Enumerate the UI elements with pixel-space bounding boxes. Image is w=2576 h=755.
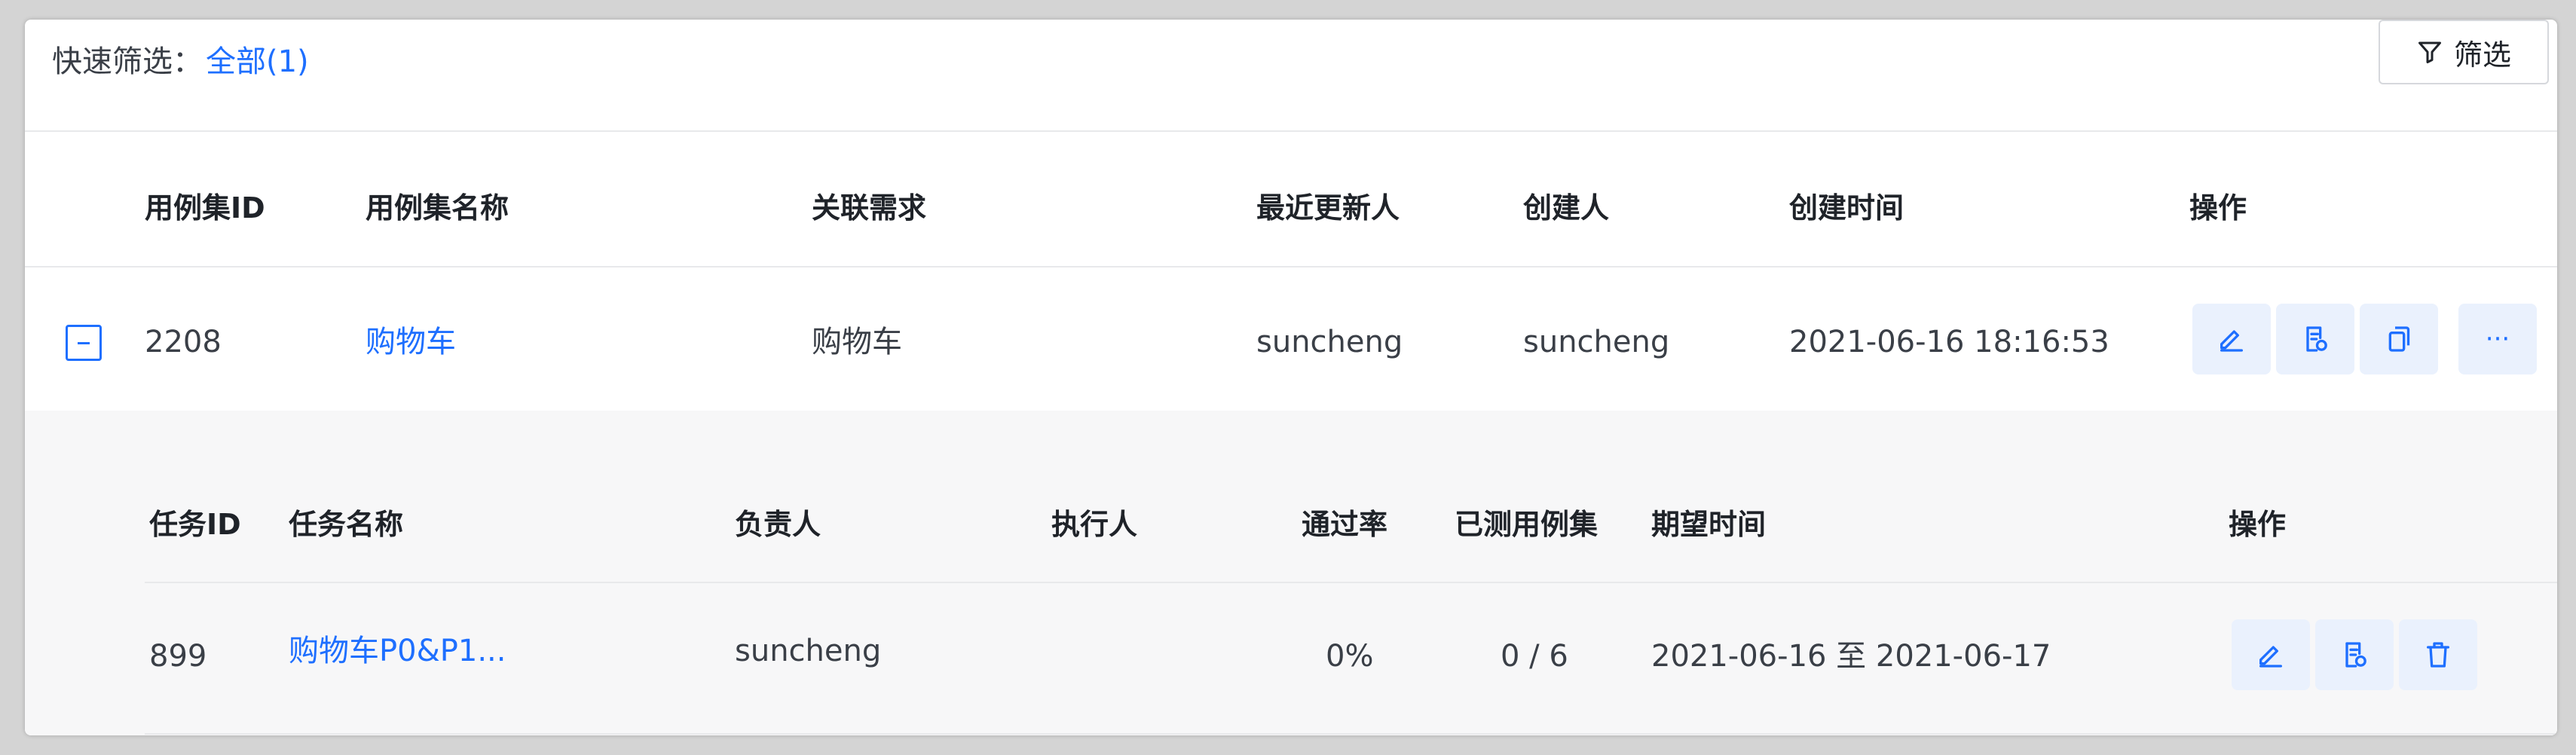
header-task-id: 任务ID bbox=[149, 508, 241, 541]
task-edit-button[interactable] bbox=[2232, 619, 2310, 690]
execute-record-button[interactable] bbox=[2276, 304, 2354, 374]
header-tested-case-sets: 已测用例集 bbox=[1455, 508, 1599, 541]
document-icon bbox=[2345, 642, 2366, 668]
copy-button[interactable] bbox=[2360, 304, 2438, 374]
filter-button-label: 筛选 bbox=[2453, 38, 2511, 72]
header-task-actions: 操作 bbox=[2229, 508, 2287, 541]
filter-button[interactable]: 筛选 bbox=[2379, 20, 2549, 84]
header-executor: 执行人 bbox=[1051, 508, 1138, 541]
header-created-at: 创建时间 bbox=[1789, 191, 1904, 225]
copy-icon bbox=[2388, 326, 2410, 352]
header-owner: 负责人 bbox=[735, 508, 821, 541]
header-last-updated-by: 最近更新人 bbox=[1256, 191, 1400, 225]
cell-case-set-name-link[interactable]: 购物车 bbox=[366, 324, 456, 360]
cell-task-name-link[interactable]: 购物车P0&P1... bbox=[289, 633, 506, 669]
header-pass-rate: 通过率 bbox=[1302, 508, 1388, 541]
task-delete-button[interactable] bbox=[2399, 619, 2477, 690]
edit-icon bbox=[2259, 646, 2282, 668]
task-execute-button[interactable] bbox=[2315, 619, 2394, 690]
cell-creator: suncheng bbox=[1523, 325, 1670, 359]
header-linked-requirement: 关联需求 bbox=[812, 191, 927, 225]
edit-icon bbox=[2220, 330, 2243, 352]
cell-task-id: 899 bbox=[149, 639, 207, 674]
header-task-name: 任务名称 bbox=[289, 508, 404, 541]
header-expected-time: 期望时间 bbox=[1651, 508, 1767, 541]
cell-last-updated-by: suncheng bbox=[1256, 325, 1403, 359]
header-creator: 创建人 bbox=[1523, 191, 1610, 225]
trash-icon bbox=[2427, 642, 2449, 668]
cell-linked-requirement: 购物车 bbox=[812, 325, 902, 359]
cell-tested-case-sets: 0 / 6 bbox=[1501, 639, 1568, 674]
edit-button[interactable] bbox=[2192, 304, 2271, 374]
more-icon: ··· bbox=[2485, 324, 2510, 354]
more-button[interactable]: ··· bbox=[2458, 304, 2537, 374]
document-icon bbox=[2306, 326, 2327, 352]
divider bbox=[145, 582, 2557, 583]
header-case-set-id: 用例集ID bbox=[145, 191, 265, 225]
task-subtable: 任务ID 任务名称 负责人 执行人 通过率 已测用例集 期望时间 操作 899 … bbox=[25, 411, 2557, 735]
quick-filter-all[interactable]: 全部(1) bbox=[206, 44, 309, 80]
cell-created-at: 2021-06-16 18:16:53 bbox=[1789, 325, 2109, 359]
collapse-row-button[interactable] bbox=[66, 325, 102, 361]
case-set-panel: 快速筛选： 全部(1) 筛选 用例集ID 用例集名称 关联需求 最近更新人 创建… bbox=[25, 20, 2557, 735]
quick-filter-label: 快速筛选： bbox=[52, 44, 203, 79]
minus-icon bbox=[78, 341, 90, 344]
header-case-set-name: 用例集名称 bbox=[366, 191, 509, 225]
cell-pass-rate: 0% bbox=[1326, 639, 1374, 674]
header-actions: 操作 bbox=[2189, 191, 2247, 225]
divider bbox=[145, 733, 2557, 735]
cell-case-set-id: 2208 bbox=[145, 325, 222, 359]
divider bbox=[25, 266, 2557, 267]
cell-expected-time: 2021-06-16 至 2021-06-17 bbox=[1651, 639, 2051, 674]
filter-icon bbox=[2418, 41, 2441, 63]
cell-owner: suncheng bbox=[735, 634, 882, 668]
divider bbox=[25, 130, 2557, 132]
